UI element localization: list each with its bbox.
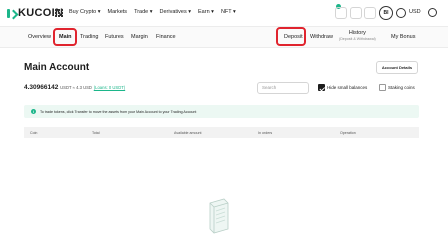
nav-buy-crypto[interactable]: Buy Crypto ▾ [69, 9, 101, 15]
top-navbar: KUCOIN Buy Crypto ▾ Markets Trade ▾ Deri… [0, 0, 448, 27]
main-nav-menu: Buy Crypto ▾ Markets Trade ▾ Derivatives… [69, 9, 236, 15]
nav-derivatives[interactable]: Derivatives ▾ [160, 9, 192, 15]
tab-trading[interactable]: Trading [80, 34, 98, 40]
tab-futures[interactable]: Futures [105, 34, 124, 40]
column-available: Available amount [174, 130, 202, 135]
avatar[interactable]: BI [379, 6, 393, 20]
history-label: History [348, 30, 366, 36]
balance-unit: USDT ≈ 4.3 USD [60, 85, 92, 90]
column-total: Total [92, 130, 100, 135]
nav-earn[interactable]: Earn ▾ [198, 9, 214, 15]
my-bonus-link[interactable]: My Bonus [391, 34, 415, 40]
search-input[interactable]: Search [257, 82, 309, 94]
page-title: Main Account [24, 62, 90, 73]
balance-display: 4.30966142 USDT ≈ 4.3 USD (Loans: 0 USDT… [24, 84, 125, 91]
deposit-link[interactable]: Deposit [284, 34, 303, 40]
kucoin-logo-icon [7, 8, 16, 19]
staking-coins-checkbox[interactable] [379, 84, 386, 91]
history-link[interactable]: History (Deposit & Withdrawal) [339, 30, 376, 41]
history-sublabel: (Deposit & Withdrawal) [339, 37, 376, 41]
currency-selector[interactable]: USD [409, 9, 421, 15]
withdraw-link[interactable]: Withdraw [310, 34, 333, 40]
table-header: Coin Total Available amount In orders Op… [24, 127, 419, 138]
hide-small-balances-label: Hide small balances [327, 85, 368, 90]
orders-icon[interactable] [364, 7, 376, 19]
theme-toggle-icon[interactable] [428, 8, 437, 17]
nav-markets[interactable]: Markets [108, 9, 128, 15]
info-text: To trade tokens, click Transfer to move … [40, 109, 197, 114]
info-icon: i [31, 109, 36, 114]
column-operation: Operation [340, 130, 356, 135]
apps-grid-icon[interactable] [55, 9, 63, 17]
assets-icon[interactable] [350, 7, 362, 19]
tab-finance[interactable]: Finance [156, 34, 176, 40]
account-subnav: Overview Main Trading Futures Margin Fin… [0, 27, 448, 48]
empty-state-icon [209, 198, 229, 234]
balance-value: 4.30966142 [24, 84, 59, 91]
tab-margin[interactable]: Margin [131, 34, 148, 40]
info-banner: i To trade tokens, click Transfer to mov… [24, 105, 419, 118]
staking-coins-label: Staking coins [388, 85, 415, 90]
column-coin: Coin [30, 130, 38, 135]
hide-small-balances-checkbox[interactable] [318, 84, 325, 91]
nav-trade[interactable]: Trade ▾ [134, 9, 152, 15]
bell-icon[interactable] [335, 7, 347, 19]
tab-main[interactable]: Main [59, 34, 72, 40]
nav-nft[interactable]: NFT ▾ [221, 9, 236, 15]
column-in-orders: In orders [258, 130, 273, 135]
globe-icon[interactable] [396, 8, 406, 18]
account-details-button[interactable]: Account Details [376, 61, 418, 74]
loans-link[interactable]: (Loans: 0 USDT) [94, 85, 125, 90]
tab-overview[interactable]: Overview [28, 34, 51, 40]
